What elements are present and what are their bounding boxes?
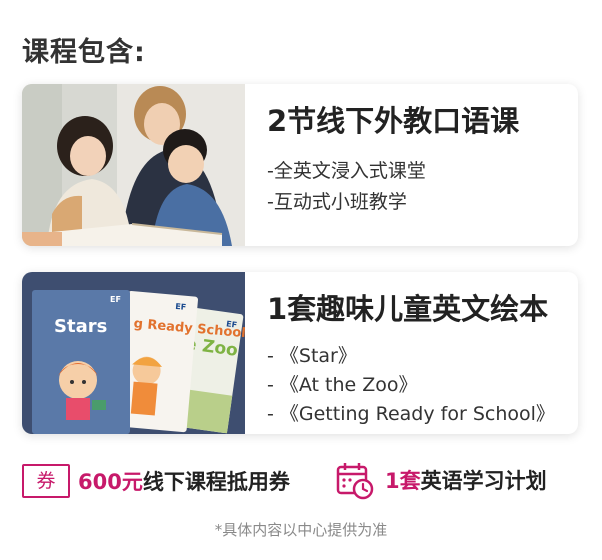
section-title: 课程包含: [22,37,146,68]
plan-text: 英语学习计划 [420,469,547,493]
plan-count: 1套 [385,469,421,493]
bonus-row: 券 600元 线下课程抵用券 1套 英语学习计划 [22,460,580,506]
coupon-offer: 券 600元 线下课程抵用券 [22,464,290,498]
book1-brand: EF [110,295,121,304]
teacher-kids-photo [22,84,245,246]
course-card-picture-books: e Zoo EF g Ready School EF Stars EF 1套趣味… [22,272,578,434]
book-list: - 《Star》 - 《At the Zoo》 - 《Getting Ready… [267,342,555,429]
coupon-amount: 600元 [78,470,143,494]
feature-list: -全英文浸入式课堂 -互动式小班教学 [267,156,426,218]
coupon-badge: 券 [22,464,70,498]
calendar-clock-icon [336,463,374,500]
course-card-speaking: 2节线下外教口语课 -全英文浸入式课堂 -互动式小班教学 [22,84,578,246]
book-list-item: - 《Star》 [267,345,357,367]
book-list-item: - 《Getting Ready for School》 [267,403,555,425]
study-plan-offer: 1套 英语学习计划 [335,460,547,500]
feature-item: -全英文浸入式课堂 [267,160,426,182]
picture-books-image: e Zoo EF g Ready School EF Stars EF [22,272,245,434]
book-list-item: - 《At the Zoo》 [267,374,418,396]
card-title: 1套趣味儿童英文绘本 [267,292,549,326]
feature-item: -互动式小班教学 [267,191,407,213]
card-title: 2节线下外教口语课 [267,104,520,138]
book2-brand: EF [175,302,187,312]
book1-title: Stars [54,316,107,337]
coupon-text: 线下课程抵用券 [142,470,290,494]
footnote: *具体内容以中心提供为准 [214,521,388,539]
